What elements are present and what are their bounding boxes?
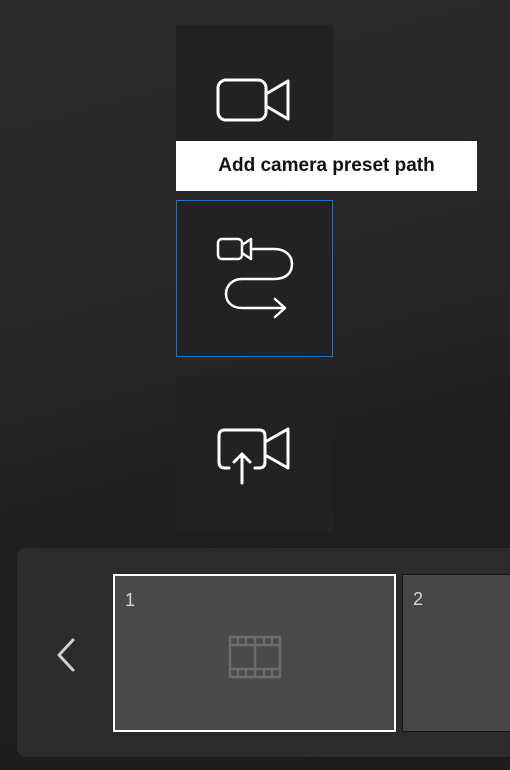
timeline-prev-button[interactable]: [52, 636, 80, 681]
film-strip-icon: [228, 635, 282, 679]
add-camera-preset-path-button[interactable]: [176, 200, 333, 357]
camera-icon: [216, 78, 289, 121]
timeline-frame[interactable]: 1: [113, 574, 396, 732]
camera-path-icon: [216, 237, 293, 318]
frame-number: 2: [413, 589, 424, 609]
camera-export-icon: [217, 427, 289, 484]
tooltip: Add camera preset path: [176, 141, 477, 191]
chevron-left-icon: [57, 638, 75, 672]
timeline-frame[interactable]: 2: [402, 574, 510, 732]
frame-number: 1: [125, 590, 136, 610]
export-camera-button[interactable]: [176, 376, 333, 533]
